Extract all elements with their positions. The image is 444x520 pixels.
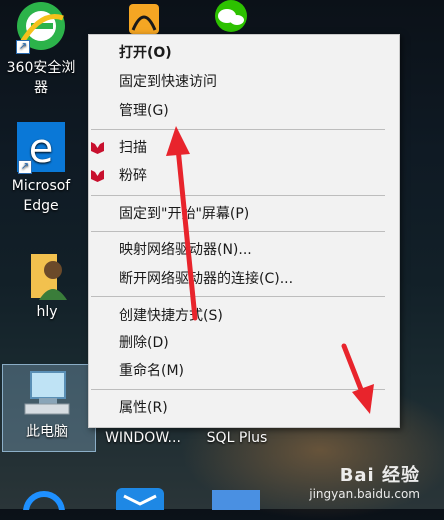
menu-item-label: 固定到"开始"屏幕(P) bbox=[119, 206, 250, 222]
menu-item-disconnect-drive[interactable]: 断开网络驱动器的连接(C)... bbox=[89, 266, 399, 292]
desktop-icon-sqlplus[interactable]: SQL Plus bbox=[196, 428, 278, 448]
menu-item-label: 打开(O) bbox=[119, 45, 172, 61]
menu-item-label: 断开网络驱动器的连接(C)... bbox=[119, 271, 294, 287]
menu-item-label: 属性(R) bbox=[119, 400, 168, 416]
mcafee-icon bbox=[91, 142, 104, 154]
menu-item-label: 删除(D) bbox=[119, 335, 169, 351]
menu-item-label: 重命名(M) bbox=[119, 363, 185, 379]
context-menu: 打开(O) 固定到快速访问 管理(G) 扫描 粉碎 固定到"开始"屏幕(P) 映… bbox=[88, 34, 400, 428]
window-icon[interactable] bbox=[206, 486, 266, 510]
mcafee-icon bbox=[91, 170, 104, 182]
icon-label: 此电脑 bbox=[26, 424, 68, 440]
menu-item-label: 扫描 bbox=[119, 140, 147, 156]
desktop-icon-partial-yellow[interactable] bbox=[100, 0, 182, 34]
menu-separator bbox=[91, 231, 385, 232]
menu-item-properties[interactable]: 属性(R) bbox=[89, 395, 399, 421]
menu-item-label: 映射网络驱动器(N)... bbox=[119, 242, 252, 258]
user-folder-icon bbox=[31, 254, 67, 300]
icon-label: Edge bbox=[23, 198, 59, 214]
desktop-icon-wechat[interactable] bbox=[190, 0, 272, 34]
menu-item-delete[interactable]: 删除(D) bbox=[89, 330, 399, 356]
menu-item-create-shortcut[interactable]: 创建快捷方式(S) bbox=[89, 303, 399, 329]
menu-item-scan[interactable]: 扫描 bbox=[89, 135, 399, 161]
icon-label: 360安全浏 bbox=[6, 60, 76, 76]
menu-item-label: 创建快捷方式(S) bbox=[119, 308, 223, 324]
icon-label: SQL Plus bbox=[206, 430, 268, 446]
menu-item-shred[interactable]: 粉碎 bbox=[89, 163, 399, 189]
desktop-icon-user-folder[interactable]: hly bbox=[6, 248, 88, 322]
menu-item-label: 固定到快速访问 bbox=[119, 74, 217, 90]
desktop-icon-360-browser[interactable]: ↗ 360安全浏 器 bbox=[0, 0, 82, 98]
menu-separator bbox=[91, 389, 385, 390]
baidu-logo: Bai 经验 bbox=[339, 465, 420, 486]
menu-item-pin-start[interactable]: 固定到"开始"屏幕(P) bbox=[89, 201, 399, 227]
menu-item-rename[interactable]: 重命名(M) bbox=[89, 358, 399, 384]
shortcut-arrow-icon: ↗ bbox=[18, 160, 32, 174]
desktop-icon-windows[interactable]: WINDOW... bbox=[96, 428, 190, 448]
desktop-icon-this-pc[interactable]: 此电脑 bbox=[6, 368, 88, 442]
menu-separator bbox=[91, 195, 385, 196]
menu-separator bbox=[91, 129, 385, 130]
desktop-icon-edge[interactable]: e ↗ Microsof Edge bbox=[0, 120, 82, 216]
mail-icon[interactable] bbox=[110, 486, 170, 510]
icon-label: hly bbox=[36, 304, 58, 320]
icon-label: 器 bbox=[34, 80, 48, 96]
icon-label: WINDOW... bbox=[105, 430, 181, 446]
menu-item-manage[interactable]: 管理(G) bbox=[89, 98, 399, 124]
svg-text:e: e bbox=[29, 126, 54, 172]
icon-label: Microsof bbox=[11, 178, 71, 194]
baidu-watermark: Bai 经验 jingyan.baidu.com bbox=[309, 461, 420, 501]
browser-icon[interactable] bbox=[14, 486, 74, 510]
menu-item-map-drive[interactable]: 映射网络驱动器(N)... bbox=[89, 237, 399, 263]
menu-item-label: 粉碎 bbox=[119, 168, 147, 184]
this-pc-icon bbox=[24, 371, 70, 415]
app-icon bbox=[129, 4, 159, 34]
menu-item-pin-quick-access[interactable]: 固定到快速访问 bbox=[89, 69, 399, 95]
menu-item-open[interactable]: 打开(O) bbox=[89, 40, 399, 66]
watermark-url: jingyan.baidu.com bbox=[309, 487, 420, 501]
menu-item-label: 管理(G) bbox=[119, 103, 169, 119]
menu-separator bbox=[91, 296, 385, 297]
shortcut-arrow-icon: ↗ bbox=[16, 40, 30, 54]
wechat-icon bbox=[215, 0, 247, 32]
